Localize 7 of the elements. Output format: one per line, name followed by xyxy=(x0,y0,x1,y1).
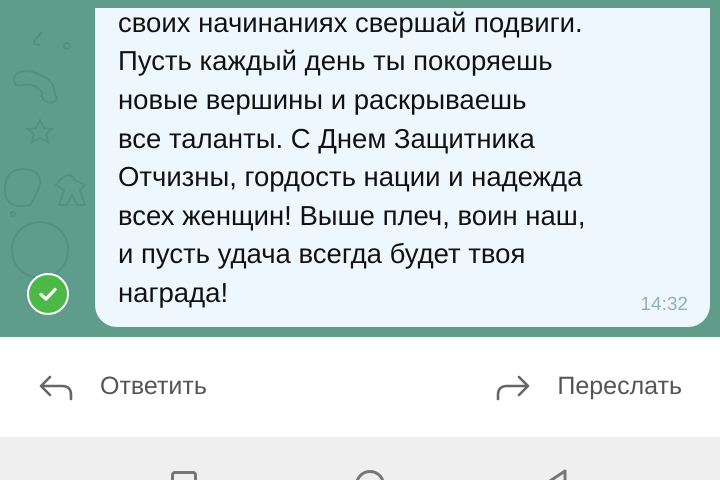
message-bubble[interactable] xyxy=(95,8,710,327)
reply-button[interactable]: Ответить xyxy=(38,360,207,414)
forward-arrow-icon xyxy=(495,373,532,401)
message-time: 14:32 xyxy=(640,292,688,316)
forward-button[interactable]: Переслать xyxy=(495,360,682,414)
message-text: своих начинаниях свершай подвиги. Пусть каждый день ты покоряешь новые вершины и раскрываешь все таланты. С Днем Защитника Отчизны, гордость нации и надежда всех женщин! Выше плеч, воин наш, и пусть удача всегда будет твоя награда! xyxy=(118,6,586,310)
reply-arrow-icon xyxy=(38,373,74,401)
